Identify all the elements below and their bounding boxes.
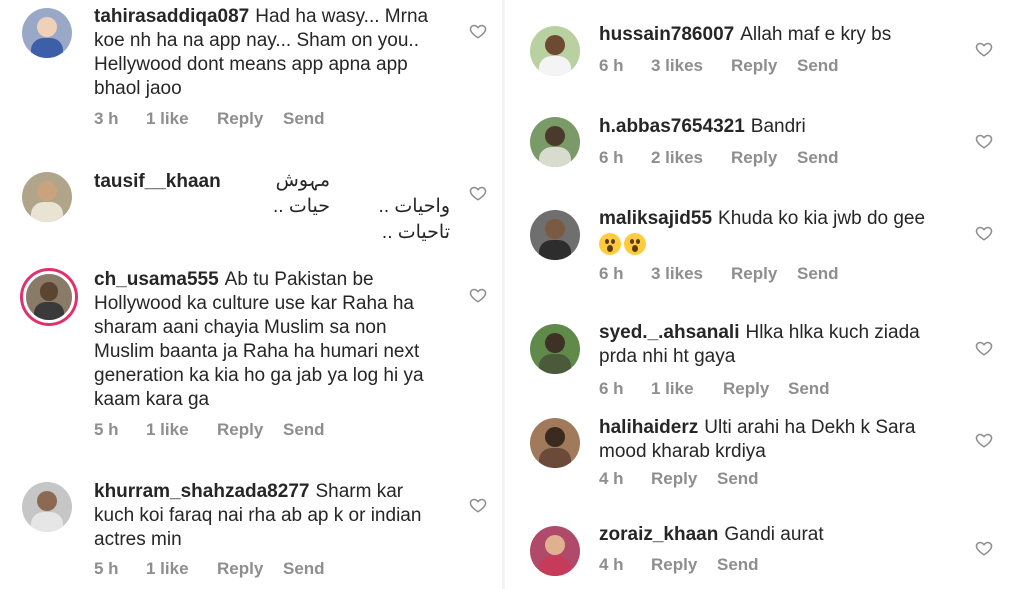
comment-body: Khuda ko kia jwb do gee — [718, 208, 926, 229]
comment-body: Ab tu Pakistan be Hollywood ka culture u… — [94, 269, 424, 410]
comment-text: h.abbas7654321 Bandri — [599, 115, 979, 139]
comment-time: 5 h — [94, 420, 119, 439]
avatar[interactable] — [530, 324, 580, 374]
reply-button[interactable]: Reply — [731, 148, 777, 168]
comment-username[interactable]: tahirasaddiqa087 — [94, 6, 249, 27]
comment-rtl-line: تاحیات .. — [381, 222, 450, 243]
comment-likes[interactable]: 1 like — [146, 559, 189, 579]
heart-outline-icon[interactable] — [469, 184, 487, 202]
send-button[interactable]: Send — [283, 559, 325, 579]
comment-text: syed._.ahsanali Hlka hlka kuch ziada prda… — [599, 321, 944, 369]
comment-item: maliksajid55 Khuda ko kia jwb do gee 6 h … — [508, 196, 1024, 306]
send-button[interactable]: Send — [797, 148, 839, 168]
reply-button[interactable]: Reply — [651, 469, 697, 489]
comment-username[interactable]: syed._.ahsanali — [599, 322, 739, 343]
comment-time: 4 h — [599, 469, 624, 488]
comment-text: khurram_shahzada8277 Sharm kar kuch koi f… — [94, 480, 444, 552]
comment-username[interactable]: hussain786007 — [599, 24, 734, 45]
avatar[interactable] — [22, 8, 72, 58]
send-button[interactable]: Send — [797, 56, 839, 76]
comment-likes[interactable]: 1 like — [146, 420, 189, 440]
comment-time: 6 h — [599, 264, 624, 283]
reply-button[interactable]: Reply — [651, 555, 697, 575]
comment-item: syed._.ahsanali Hlka hlka kuch ziada prda… — [508, 312, 1024, 404]
comment-username[interactable]: tausif__khaan — [94, 171, 221, 192]
heart-outline-icon[interactable] — [975, 539, 993, 557]
reply-button[interactable]: Reply — [723, 379, 769, 399]
astonished-face-emoji — [624, 233, 646, 255]
comment-time: 6 h — [599, 148, 624, 167]
send-button[interactable]: Send — [283, 109, 325, 129]
comment-username[interactable]: ch_usama555 — [94, 269, 219, 290]
comment-item: zoraiz_khaan Gandi aurat 4 h Reply Send — [508, 512, 1024, 589]
reply-button[interactable]: Reply — [217, 420, 263, 440]
comments-column-left: tahirasaddiqa087 Had ha wasy... Mrna koe … — [0, 0, 500, 589]
comment-text: maliksajid55 Khuda ko kia jwb do gee — [599, 207, 979, 231]
comment-body: Allah maf e kry bs — [740, 24, 892, 45]
comment-username[interactable]: zoraiz_khaan — [599, 524, 718, 545]
avatar[interactable] — [530, 26, 580, 76]
comment-time: 5 h — [94, 559, 119, 578]
reply-button[interactable]: Reply — [731, 264, 777, 284]
comment-rtl-line: مہوش حیات .. — [273, 170, 330, 217]
comment-likes[interactable]: 1 like — [146, 109, 189, 129]
heart-outline-icon[interactable] — [469, 496, 487, 514]
comment-body: Gandi aurat — [724, 524, 824, 545]
comment-likes[interactable]: 3 likes — [651, 56, 703, 76]
avatar[interactable] — [530, 210, 580, 260]
comment-time: 4 h — [599, 555, 624, 574]
comment-username[interactable]: h.abbas7654321 — [599, 116, 745, 137]
send-button[interactable]: Send — [788, 379, 830, 399]
astonished-face-emoji — [599, 233, 621, 255]
comment-likes[interactable]: 2 likes — [651, 148, 703, 168]
comment-item: khurram_shahzada8277 Sharm kar kuch koi f… — [0, 472, 500, 589]
avatar[interactable] — [22, 482, 72, 532]
heart-outline-icon[interactable] — [975, 132, 993, 150]
heart-outline-icon[interactable] — [975, 40, 993, 58]
send-button[interactable]: Send — [283, 420, 325, 440]
avatar[interactable] — [530, 526, 580, 576]
send-button[interactable]: Send — [717, 469, 759, 489]
send-button[interactable]: Send — [717, 555, 759, 575]
comment-text: tahirasaddiqa087 Had ha wasy... Mrna koe … — [94, 5, 444, 101]
comment-item: hussain786007 Allah maf e kry bs 6 h 3 li… — [508, 0, 1024, 92]
comment-item: h.abbas7654321 Bandri 6 h 2 likes Reply S… — [508, 100, 1024, 190]
comment-text: halihaiderz Ulti arahi ha Dekh k Sara moo… — [599, 416, 944, 464]
avatar[interactable] — [23, 271, 75, 323]
comment-time: 3 h — [94, 109, 119, 128]
heart-outline-icon[interactable] — [469, 22, 487, 40]
heart-outline-icon[interactable] — [975, 224, 993, 242]
comment-username[interactable]: khurram_shahzada8277 — [94, 481, 309, 502]
reply-button[interactable]: Reply — [731, 56, 777, 76]
comment-time: 6 h — [599, 56, 624, 75]
comment-rtl-line: واحیات .. — [378, 196, 450, 217]
comment-username[interactable]: maliksajid55 — [599, 208, 712, 229]
heart-outline-icon[interactable] — [469, 286, 487, 304]
column-divider — [502, 0, 505, 589]
comment-body: Bandri — [750, 116, 806, 137]
reply-button[interactable]: Reply — [217, 559, 263, 579]
reply-button[interactable]: Reply — [217, 109, 263, 129]
avatar[interactable] — [22, 172, 72, 222]
comments-column-right: hussain786007 Allah maf e kry bs 6 h 3 li… — [508, 0, 1024, 589]
comment-item: ch_usama555 Ab tu Pakistan be Hollywood k… — [0, 262, 500, 452]
avatar[interactable] — [530, 117, 580, 167]
send-button[interactable]: Send — [797, 264, 839, 284]
avatar[interactable] — [530, 418, 580, 468]
heart-outline-icon[interactable] — [975, 431, 993, 449]
comment-item: halihaiderz Ulti arahi ha Dekh k Sara moo… — [508, 410, 1024, 505]
heart-outline-icon[interactable] — [975, 339, 993, 357]
emoji-row — [599, 233, 649, 255]
comment-username[interactable]: halihaiderz — [599, 417, 698, 438]
comment-likes[interactable]: 1 like — [651, 379, 694, 399]
comment-likes[interactable]: 3 likes — [651, 264, 703, 284]
comment-text: ch_usama555 Ab tu Pakistan be Hollywood k… — [94, 268, 444, 412]
comment-item: tahirasaddiqa087 Had ha wasy... Mrna koe … — [0, 0, 500, 150]
comment-time: 6 h — [599, 379, 624, 398]
comment-text: hussain786007 Allah maf e kry bs — [599, 23, 979, 47]
comment-item: tausif__khaan مہوش حیات .. واحیات .. تاح… — [0, 160, 500, 252]
comment-text: zoraiz_khaan Gandi aurat — [599, 523, 979, 547]
